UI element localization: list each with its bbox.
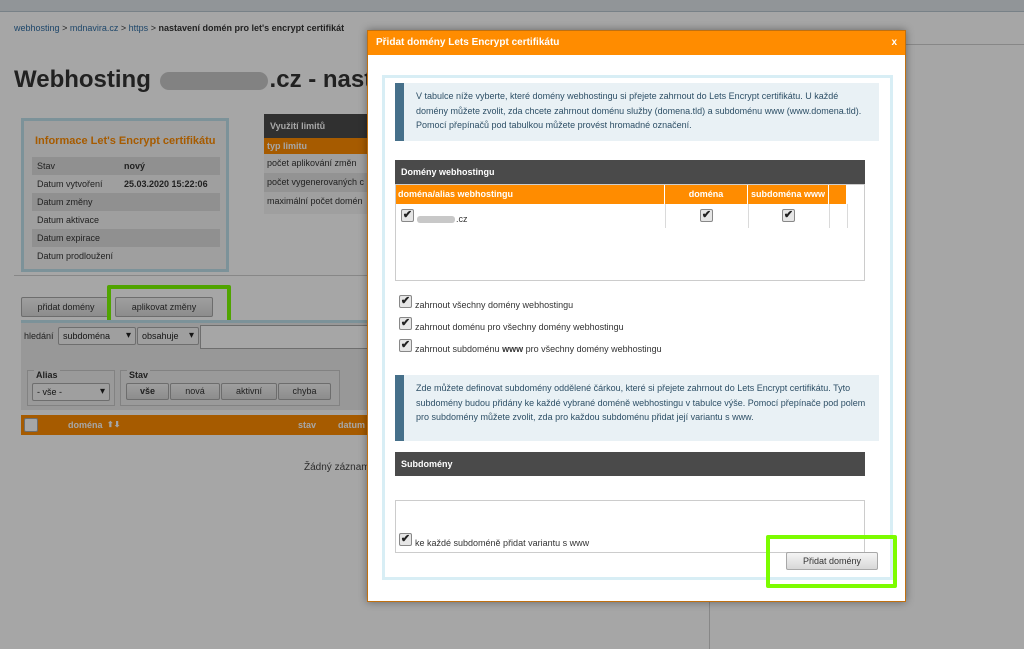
divider bbox=[748, 204, 749, 228]
divider bbox=[829, 204, 830, 228]
www-checkbox[interactable]: ✔ bbox=[782, 209, 795, 222]
info-domains: V tabulce níže vyberte, které domény web… bbox=[395, 83, 879, 141]
subdomain-www-all-label: zahrnout subdoménu www pro všechny domén… bbox=[415, 344, 662, 354]
col-domena: doména bbox=[665, 185, 748, 204]
redacted-text bbox=[417, 216, 455, 224]
all-domains-checkbox[interactable]: ✔ bbox=[399, 295, 412, 308]
info-subdomains: Zde můžete definovat subdomény oddělené … bbox=[395, 375, 879, 441]
col-subdomain-www: subdoména www bbox=[748, 185, 829, 204]
domain-all-checkbox[interactable]: ✔ bbox=[399, 317, 412, 330]
modal-title: Přidat domény Lets Encrypt certifikátu bbox=[376, 37, 560, 48]
col-extra bbox=[829, 185, 847, 204]
subdomain-www-all-checkbox[interactable]: ✔ bbox=[399, 339, 412, 352]
domains-panel-title: Domény webhostingu bbox=[395, 160, 865, 184]
col-alias: doména/alias webhostingu bbox=[396, 185, 665, 204]
highlight-frame bbox=[766, 535, 897, 588]
all-domains-label: zahrnout všechny domény webhostingu bbox=[415, 300, 574, 310]
add-domains-modal: Přidat domény Lets Encrypt certifikátu x… bbox=[367, 30, 906, 602]
domain-all-label: zahrnout doménu pro všechny domény webho… bbox=[415, 322, 624, 332]
divider bbox=[847, 204, 848, 228]
close-icon[interactable]: x bbox=[891, 31, 897, 55]
modal-title-bar: Přidat domény Lets Encrypt certifikátu x bbox=[368, 31, 905, 55]
domains-table: doména/alias webhostingu doména subdomén… bbox=[395, 184, 865, 281]
domain-row-name: .cz bbox=[417, 214, 468, 224]
subdomains-panel-title: Subdomény bbox=[395, 452, 865, 476]
domain-row-checkbox[interactable]: ✔ bbox=[401, 209, 414, 222]
divider bbox=[665, 204, 666, 228]
www-variant-checkbox[interactable]: ✔ bbox=[399, 533, 412, 546]
www-variant-label: ke každé subdoméně přidat variantu s www bbox=[415, 538, 590, 548]
domain-checkbox[interactable]: ✔ bbox=[700, 209, 713, 222]
